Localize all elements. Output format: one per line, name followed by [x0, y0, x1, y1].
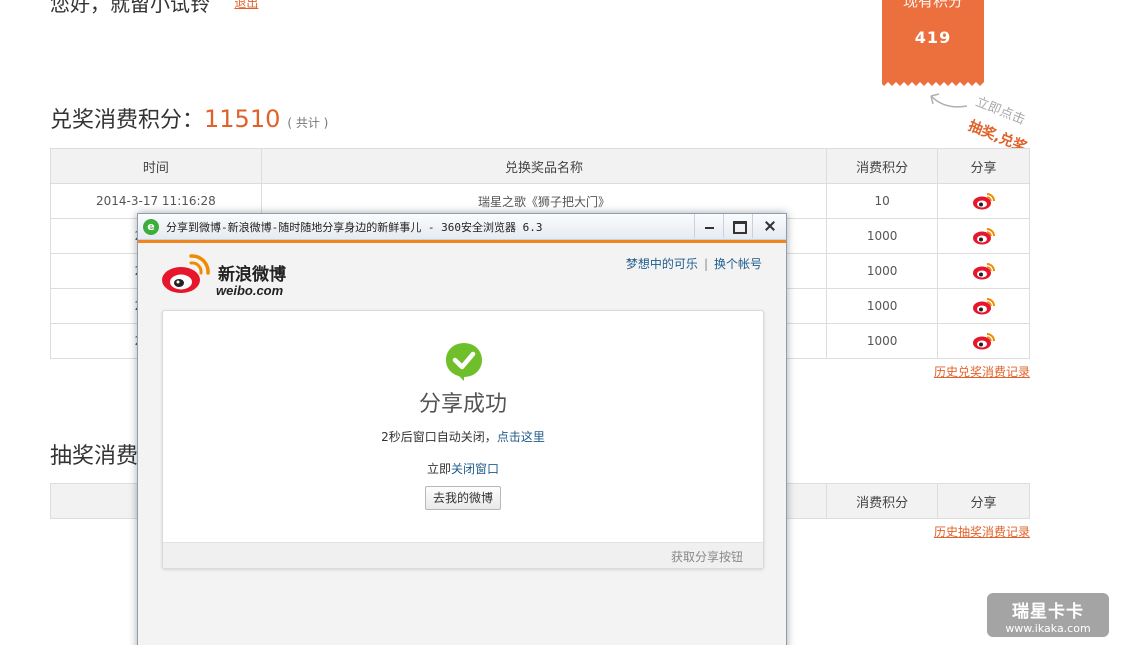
weibo-share-icon[interactable] — [972, 191, 996, 211]
maximize-button[interactable] — [723, 214, 752, 238]
weibo-header: 新浪微博 weibo.com 梦想中的可乐 | 换个帐号 — [138, 243, 786, 309]
switch-account-link[interactable]: 换个帐号 — [714, 257, 762, 271]
weibo-logo-icon — [162, 254, 210, 293]
success-title: 分享成功 — [418, 392, 507, 417]
row-points: 1000 — [826, 253, 939, 289]
weibo-brand-name: 新浪微博 — [218, 265, 286, 285]
window-titlebar[interactable]: e 分享到微博-新浪微博-随时随地分享身边的新鲜事儿 - 360安全浏览器 6.… — [138, 214, 786, 240]
weibo-share-window: e 分享到微博-新浪微博-随时随地分享身边的新鲜事儿 - 360安全浏览器 6.… — [137, 213, 787, 645]
share-cell — [937, 253, 1030, 289]
close-now-line: 立即关闭窗口 — [163, 460, 763, 477]
click-here-link[interactable]: 点击这里 — [497, 430, 545, 444]
lottery-section-title: 抽奖消费 — [50, 444, 139, 469]
separator: | — [703, 257, 708, 271]
account-links: 梦想中的可乐 | 换个帐号 — [626, 255, 762, 272]
current-points-label: 现有积分 — [902, 0, 963, 10]
success-check-icon — [446, 343, 482, 381]
weibo-brand-domain: weibo.com — [216, 283, 284, 298]
window-title: 分享到微博-新浪微博-随时随地分享身边的新鲜事儿 - 360安全浏览器 6.3 — [166, 221, 543, 234]
weibo-share-icon[interactable] — [972, 296, 996, 316]
flag-zigzag-edge — [882, 78, 984, 86]
watermark-title: 瑞星卡卡 — [1012, 602, 1084, 622]
minimize-button[interactable] — [694, 214, 723, 238]
goto-my-weibo-button[interactable]: 去我的微博 — [425, 486, 501, 510]
column-header: 时间 — [50, 148, 262, 184]
close-window-link[interactable]: 关闭窗口 — [451, 462, 499, 476]
share-cell — [937, 288, 1030, 324]
close-now-prefix: 立即 — [426, 462, 451, 476]
row-points: 10 — [826, 183, 939, 219]
greeting-text: 您好，就留小试铃 — [50, 0, 210, 16]
countdown-message: 2秒后窗口自动关闭，点击这里 — [163, 428, 763, 445]
table-header-row: 时间 兑换奖品名称 消费积分 分享 — [50, 148, 1030, 184]
share-cell — [937, 218, 1030, 254]
row-points: 1000 — [826, 323, 939, 359]
weibo-share-icon[interactable] — [972, 331, 996, 351]
redeem-total-note: ( 共计 ) — [287, 116, 329, 130]
row-points: 1000 — [826, 288, 939, 324]
countdown-text: 2秒后窗口自动关闭， — [381, 430, 497, 444]
redeem-history-link[interactable]: 历史兑奖消费记录 — [934, 363, 1030, 380]
column-header: 消费积分 — [826, 148, 939, 184]
watermark-url: www.ikaka.com — [1005, 622, 1091, 635]
curved-arrow-icon — [930, 93, 968, 108]
share-result-panel: 分享成功 2秒后窗口自动关闭，点击这里 立即关闭窗口 去我的微博 获取分享按钮 — [162, 310, 764, 569]
window-controls — [694, 214, 786, 238]
redeem-section-title: 兑奖消费积分：11510 ( 共计 ) — [50, 102, 328, 134]
browser-icon: e — [143, 219, 159, 235]
share-cell — [937, 183, 1030, 219]
redeem-title-text: 兑奖消费积分： — [50, 108, 205, 133]
current-points-value: 419 — [914, 28, 952, 47]
row-points: 1000 — [826, 218, 939, 254]
current-points-flag: 现有积分 419 — [882, 0, 984, 78]
column-header: 消费积分 — [826, 483, 939, 519]
weibo-share-icon[interactable] — [972, 226, 996, 246]
share-cell — [937, 323, 1030, 359]
weibo-share-icon[interactable] — [972, 261, 996, 281]
lottery-history-link[interactable]: 历史抽奖消费记录 — [934, 523, 1030, 540]
greeting: 您好，就留小试铃 退出 — [50, 0, 258, 17]
logout-link[interactable]: 退出 — [234, 0, 258, 10]
site-watermark: 瑞星卡卡 www.ikaka.com — [987, 593, 1109, 637]
column-header: 分享 — [937, 483, 1030, 519]
get-share-button-link[interactable]: 获取分享按钮 — [671, 548, 743, 565]
panel-footer: 获取分享按钮 — [163, 542, 763, 568]
user-name-link[interactable]: 梦想中的可乐 — [626, 257, 698, 271]
column-header: 分享 — [937, 148, 1030, 184]
column-header: 兑换奖品名称 — [260, 148, 828, 184]
redeem-total: 11510 — [204, 105, 281, 133]
close-window-button[interactable] — [752, 214, 786, 238]
